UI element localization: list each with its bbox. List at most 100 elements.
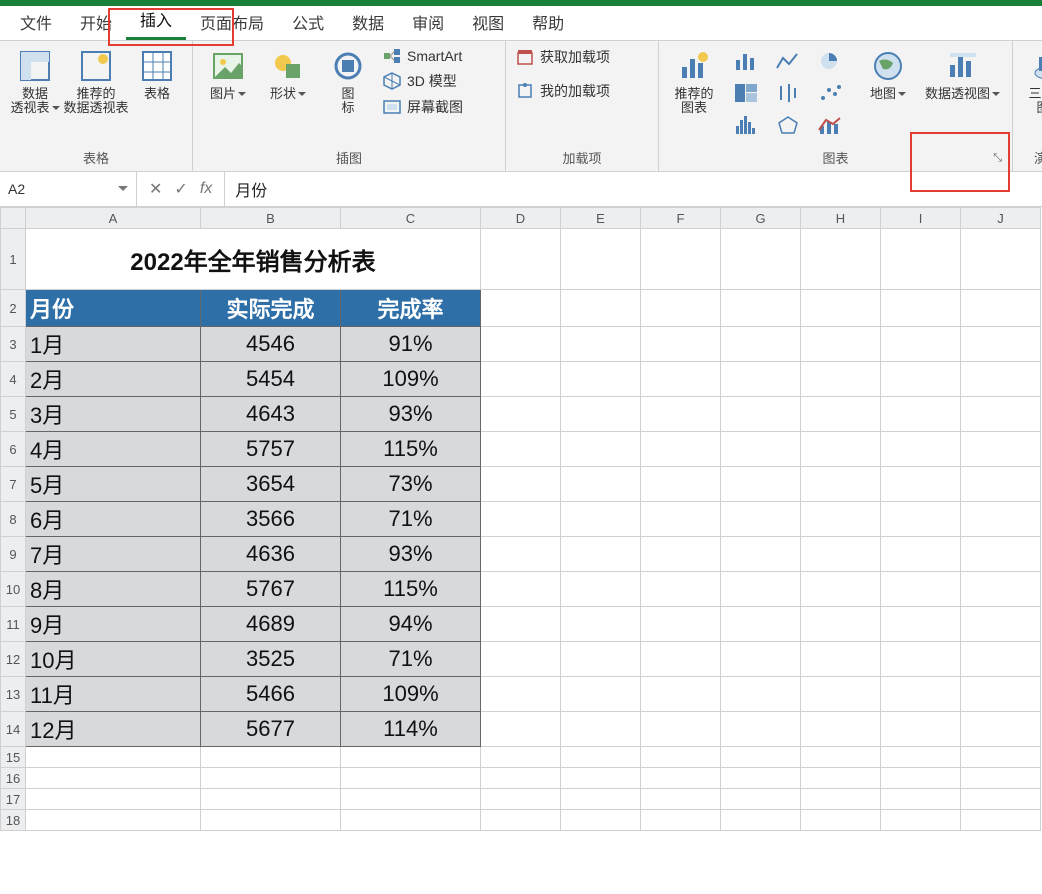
empty-cell[interactable] [881,810,961,831]
empty-cell[interactable] [561,467,641,502]
empty-cell[interactable] [641,747,721,768]
row-header-12[interactable]: 12 [1,642,26,677]
empty-cell[interactable] [801,362,881,397]
empty-cell[interactable] [961,362,1041,397]
cell-month[interactable]: 8月 [26,572,201,607]
empty-cell[interactable] [561,572,641,607]
cell-rate[interactable]: 93% [341,397,481,432]
empty-cell[interactable] [561,397,641,432]
pie-chart-button[interactable] [810,46,850,76]
cell-rate[interactable]: 71% [341,502,481,537]
empty-cell[interactable] [881,502,961,537]
cell-rate[interactable]: 73% [341,467,481,502]
row-header-8[interactable]: 8 [1,502,26,537]
empty-cell[interactable] [641,229,721,290]
empty-cell[interactable] [881,642,961,677]
formula-input[interactable]: 月份 [225,172,1042,206]
empty-cell[interactable] [801,677,881,712]
empty-cell[interactable] [561,810,641,831]
empty-cell[interactable] [881,768,961,789]
empty-cell[interactable] [641,502,721,537]
cell-actual[interactable]: 5466 [201,677,341,712]
empty-cell[interactable] [961,747,1041,768]
picture-button[interactable]: 图片 [199,45,257,103]
empty-cell[interactable] [341,789,481,810]
empty-cell[interactable] [481,642,561,677]
empty-cell[interactable] [721,747,801,768]
cell-month[interactable]: 7月 [26,537,201,572]
cell-actual[interactable]: 5757 [201,432,341,467]
row-header-14[interactable]: 14 [1,712,26,747]
empty-cell[interactable] [881,397,961,432]
cell-actual[interactable]: 5677 [201,712,341,747]
empty-cell[interactable] [801,712,881,747]
cell-rate[interactable]: 71% [341,642,481,677]
empty-cell[interactable] [881,327,961,362]
treemap-chart-button[interactable] [726,78,766,108]
empty-cell[interactable] [881,537,961,572]
empty-cell[interactable] [561,537,641,572]
cell-actual[interactable]: 3566 [201,502,341,537]
empty-cell[interactable] [961,502,1041,537]
empty-cell[interactable] [721,677,801,712]
empty-cell[interactable] [561,768,641,789]
col-header-C[interactable]: C [341,208,481,229]
col-header-B[interactable]: B [201,208,341,229]
empty-cell[interactable] [801,502,881,537]
empty-cell[interactable] [641,607,721,642]
empty-cell[interactable] [801,467,881,502]
row-header-1[interactable]: 1 [1,229,26,290]
tab-home[interactable]: 开始 [66,4,126,40]
empty-cell[interactable] [801,432,881,467]
tab-formula[interactable]: 公式 [278,4,338,40]
empty-cell[interactable] [26,768,201,789]
cell-rate[interactable]: 93% [341,537,481,572]
empty-cell[interactable] [961,397,1041,432]
col-header-D[interactable]: D [481,208,561,229]
empty-cell[interactable] [961,768,1041,789]
combo-chart-button[interactable] [810,110,850,140]
empty-cell[interactable] [961,467,1041,502]
screenshot-button[interactable]: 屏幕截图 [379,95,499,119]
empty-cell[interactable] [201,789,341,810]
get-addins-button[interactable]: 获取加载项 [512,45,632,69]
empty-cell[interactable] [561,432,641,467]
empty-cell[interactable] [481,327,561,362]
empty-cell[interactable] [561,712,641,747]
cell-month[interactable]: 2月 [26,362,201,397]
cancel-edit-icon[interactable]: ✕ [149,179,162,199]
col-header-A[interactable]: A [26,208,201,229]
empty-cell[interactable] [881,677,961,712]
row-header-6[interactable]: 6 [1,432,26,467]
empty-cell[interactable] [721,362,801,397]
table-header-actual[interactable]: 实际完成 [201,290,341,327]
empty-cell[interactable] [801,572,881,607]
empty-cell[interactable] [961,537,1041,572]
cell-actual[interactable]: 4643 [201,397,341,432]
cell-month[interactable]: 5月 [26,467,201,502]
empty-cell[interactable] [881,290,961,327]
col-header-I[interactable]: I [881,208,961,229]
empty-cell[interactable] [641,537,721,572]
cell-month[interactable]: 10月 [26,642,201,677]
cell-actual[interactable]: 3525 [201,642,341,677]
empty-cell[interactable] [641,572,721,607]
row-header-15[interactable]: 15 [1,747,26,768]
col-header-J[interactable]: J [961,208,1041,229]
insert-table-button[interactable]: 表格 [128,45,186,103]
map-chart-button[interactable]: 地图 [859,45,917,103]
shapes-button[interactable]: 形状 [259,45,317,103]
line-chart-button[interactable] [768,46,808,76]
col-header-G[interactable]: G [721,208,801,229]
empty-cell[interactable] [801,607,881,642]
radar-chart-button[interactable] [768,110,808,140]
model3d-button[interactable]: 3D 模型 [379,69,499,93]
empty-cell[interactable] [481,397,561,432]
empty-cell[interactable] [561,362,641,397]
empty-cell[interactable] [721,642,801,677]
empty-cell[interactable] [801,229,881,290]
empty-cell[interactable] [641,768,721,789]
empty-cell[interactable] [561,789,641,810]
empty-cell[interactable] [481,432,561,467]
sheet-title-cell[interactable]: 2022年全年销售分析表 [26,229,481,290]
